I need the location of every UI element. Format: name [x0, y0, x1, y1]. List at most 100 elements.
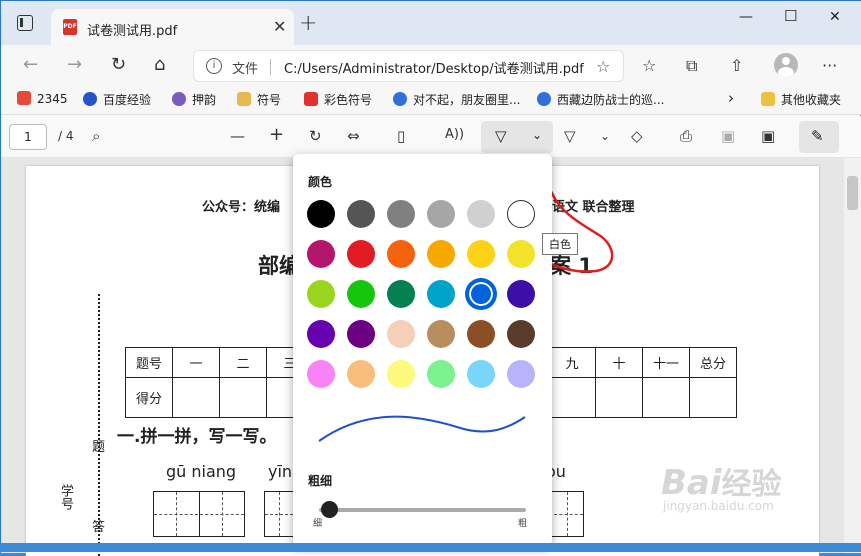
page-number-input[interactable]: 1: [9, 124, 47, 150]
bookmark-item[interactable]: 百度经验: [83, 91, 151, 108]
share-icon[interactable]: ⇧: [730, 56, 743, 75]
side-label: 学号: [58, 484, 73, 510]
color-swatch[interactable]: [387, 320, 415, 348]
color-swatch[interactable]: [347, 280, 375, 308]
color-swatch[interactable]: [347, 360, 375, 388]
add-favorite-icon[interactable]: ☆: [596, 57, 610, 76]
address-path: C:/Users/Administrator/Desktop/试卷测试用.pdf: [284, 62, 584, 77]
forward-icon[interactable]: →: [67, 54, 82, 75]
rotate-icon[interactable]: ↻: [309, 127, 322, 145]
color-swatch[interactable]: [387, 240, 415, 268]
info-icon[interactable]: i: [206, 58, 222, 74]
bookmark-item[interactable]: 押韵: [172, 91, 216, 108]
color-swatch[interactable]: [427, 200, 455, 228]
color-tooltip: 白色: [542, 233, 578, 255]
avatar[interactable]: [774, 53, 798, 77]
save-icon[interactable]: ▣: [721, 127, 735, 145]
color-swatch[interactable]: [467, 200, 495, 228]
tab-bar: PDF 试卷测试用.pdf ✕ + — ☐ ✕: [1, 1, 861, 45]
pin-icon: ✎: [811, 127, 824, 145]
color-swatch[interactable]: [467, 360, 495, 388]
color-swatch[interactable]: [387, 200, 415, 228]
color-swatch[interactable]: [307, 240, 335, 268]
color-swatch[interactable]: [387, 360, 415, 388]
color-swatch[interactable]: [307, 320, 335, 348]
color-swatch[interactable]: [427, 280, 455, 308]
page-total: / 4: [58, 129, 74, 143]
home-icon[interactable]: ⌂: [154, 54, 165, 75]
side-label: 题: [92, 440, 106, 455]
scrollbar-thumb[interactable]: [847, 176, 858, 210]
more-icon[interactable]: ···: [822, 56, 837, 75]
tab-title: 试卷测试用.pdf: [87, 24, 178, 39]
color-swatch[interactable]: [307, 280, 335, 308]
writing-grid: [153, 491, 245, 537]
chevron-right-icon[interactable]: ›: [728, 89, 734, 107]
color-label: 颜色: [308, 175, 333, 189]
print-icon[interactable]: ⎙: [680, 127, 692, 145]
favorites-icon[interactable]: ☆: [642, 56, 656, 75]
bookmark-2345-icon: [17, 91, 31, 105]
color-swatch[interactable]: [347, 320, 375, 348]
thick-label: 粗: [518, 519, 528, 529]
close-window-icon[interactable]: ✕: [829, 9, 841, 25]
zoom-in-icon[interactable]: +: [269, 124, 284, 145]
color-swatch[interactable]: [347, 200, 375, 228]
search-icon[interactable]: ⌕: [92, 127, 100, 145]
color-swatch[interactable]: [507, 200, 535, 228]
draw-button[interactable]: ▽ ⌄: [481, 121, 553, 153]
new-tab-icon[interactable]: +: [299, 11, 317, 36]
highlight-icon[interactable]: ▽: [564, 127, 576, 145]
back-icon[interactable]: ←: [23, 54, 38, 75]
bookmark-item[interactable]: 2345: [17, 91, 68, 106]
browser-window: PDF 试卷测试用.pdf ✕ + — ☐ ✕ ← → ↻ ⌂ i 文件 C:/…: [0, 0, 861, 556]
watermark-url: jingyan.baidu.com: [663, 499, 774, 513]
bookmark-icon: [172, 92, 186, 106]
color-swatch[interactable]: [307, 200, 335, 228]
fit-width-icon[interactable]: ⇔: [347, 127, 360, 145]
page-view-icon[interactable]: ▯: [397, 127, 405, 145]
taskbar-strip: [0, 543, 861, 552]
color-swatch[interactable]: [347, 240, 375, 268]
color-swatch[interactable]: [507, 360, 535, 388]
color-swatch[interactable]: [467, 240, 495, 268]
section-heading: 一.拼一拼，写一写。: [117, 427, 277, 447]
chevron-down-icon[interactable]: ⌄: [600, 129, 610, 143]
color-swatch[interactable]: [387, 280, 415, 308]
eraser-icon[interactable]: ◇: [631, 127, 643, 145]
pinyin-text: gū niang: [166, 462, 237, 481]
color-swatch[interactable]: [507, 240, 535, 268]
chevron-down-icon[interactable]: ⌄: [532, 128, 542, 142]
bookmark-item[interactable]: 西藏边防战士的巡...: [537, 91, 664, 108]
thickness-slider[interactable]: [319, 508, 526, 512]
color-swatch[interactable]: [427, 360, 455, 388]
thin-label: 细: [313, 519, 323, 529]
tab-actions-icon[interactable]: [17, 15, 33, 31]
scrollbar[interactable]: [844, 158, 861, 553]
color-swatch[interactable]: [467, 320, 495, 348]
zoom-out-icon[interactable]: —: [230, 127, 245, 145]
paw-icon: [83, 92, 97, 106]
bookmark-item[interactable]: 对不起，朋友圈里...: [393, 91, 520, 108]
close-tab-icon[interactable]: ✕: [273, 17, 286, 36]
save-as-icon[interactable]: ▣: [761, 127, 775, 145]
refresh-icon[interactable]: ↻: [111, 54, 126, 75]
tab-active[interactable]: PDF 试卷测试用.pdf ✕: [51, 9, 294, 45]
read-aloud-icon[interactable]: A)): [445, 127, 464, 142]
color-swatch[interactable]: [427, 320, 455, 348]
color-swatch[interactable]: [507, 280, 535, 308]
other-favorites[interactable]: 其他收藏夹: [761, 91, 841, 108]
address-input[interactable]: i 文件 C:/Users/Administrator/Desktop/试卷测试…: [193, 50, 624, 82]
maximize-icon[interactable]: ☐: [784, 7, 797, 25]
pdf-toolbar: 1 / 4 ⌕ — + ↻ ⇔ ▯ A)) ▽ ⌄ ▽ ⌄ ◇ ⎙ ▣ ▣ ✎: [1, 116, 861, 158]
minimize-icon[interactable]: —: [739, 9, 753, 25]
color-swatch[interactable]: [307, 360, 335, 388]
color-swatch[interactable]: [467, 280, 495, 308]
color-swatch[interactable]: [507, 320, 535, 348]
pin-toolbar-button[interactable]: ✎: [799, 121, 839, 153]
address-scheme-label: 文件: [232, 62, 259, 77]
bookmark-item[interactable]: 符号: [237, 91, 281, 108]
color-swatch[interactable]: [427, 240, 455, 268]
bookmark-item[interactable]: 彩色符号: [304, 91, 372, 108]
collections-icon[interactable]: ⧉: [686, 56, 697, 76]
